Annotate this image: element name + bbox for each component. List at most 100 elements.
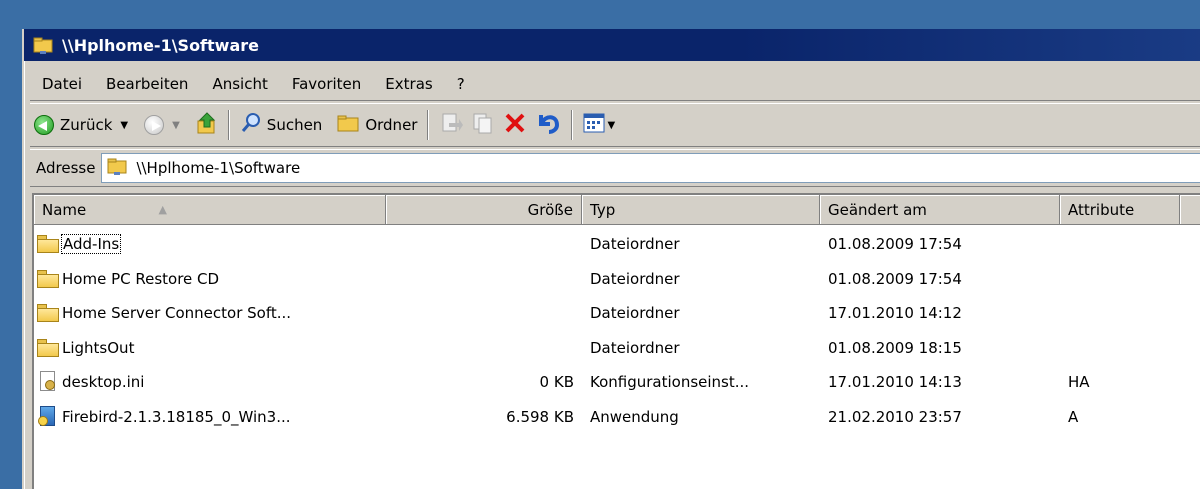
address-value: \\Hplhome-1\Software — [136, 159, 301, 177]
installer-icon — [36, 405, 60, 429]
file-attributes: A — [1068, 407, 1079, 426]
folder-icon — [36, 234, 60, 254]
column-type[interactable]: Typ — [582, 195, 820, 225]
column-size-label: Größe — [527, 200, 573, 219]
file-attributes: HA — [1068, 373, 1090, 392]
back-label: Zurück — [60, 116, 113, 134]
column-name-label: Name — [42, 200, 87, 219]
folders-icon — [336, 113, 360, 137]
file-name-cell: Home PC Restore CD — [34, 269, 386, 289]
column-header: Name ▲ Größe Typ Geändert am Attribute — [34, 195, 1200, 225]
file-name-cell: Home Server Connector Soft... — [34, 303, 386, 323]
column-attributes-label: Attribute — [1068, 200, 1135, 219]
file-modified: 01.08.2009 18:15 — [828, 338, 962, 357]
back-dropdown-icon[interactable]: ▼ — [120, 120, 128, 131]
forward-dropdown-icon[interactable]: ▼ — [172, 120, 180, 131]
file-modified: 17.01.2010 14:12 — [828, 304, 962, 323]
column-extra[interactable] — [1180, 195, 1200, 225]
column-size[interactable]: Größe — [386, 195, 582, 225]
file-row[interactable]: LightsOut Dateiordner 01.08.2009 18:15 — [34, 331, 1200, 366]
column-modified-label: Geändert am — [828, 200, 927, 219]
move-to-button[interactable] — [435, 108, 467, 142]
explorer-window: \\Hplhome-1\Software Datei Bearbeiten An… — [22, 29, 1200, 489]
column-modified[interactable]: Geändert am — [820, 195, 1060, 225]
menu-help[interactable]: ? — [445, 75, 477, 93]
file-size: 0 KB — [539, 373, 574, 392]
up-folder-button[interactable] — [192, 108, 222, 142]
forward-button[interactable]: ▼ — [140, 108, 192, 142]
delete-icon — [503, 111, 527, 139]
file-row[interactable]: Home PC Restore CD Dateiordner 01.08.200… — [34, 262, 1200, 297]
menu-extras[interactable]: Extras — [373, 75, 444, 93]
file-type: Dateiordner — [590, 304, 680, 323]
menu-ansicht[interactable]: Ansicht — [200, 75, 279, 93]
search-icon — [240, 112, 262, 138]
file-modified: 01.08.2009 17:54 — [828, 235, 962, 254]
move-to-icon — [439, 112, 464, 138]
file-row[interactable]: desktop.ini 0 KB Konfigurationseinst... … — [34, 365, 1200, 400]
back-arrow-icon — [34, 115, 54, 135]
file-modified: 21.02.2010 23:57 — [828, 407, 962, 426]
file-name: Home Server Connector Soft... — [62, 304, 292, 323]
file-name: Firebird-2.1.3.18185_0_Win3... — [62, 407, 291, 426]
network-folder-icon — [106, 155, 128, 181]
file-type: Konfigurationseinst... — [590, 373, 750, 392]
file-type: Anwendung — [590, 407, 679, 426]
folder-icon — [36, 303, 60, 323]
column-attributes[interactable]: Attribute — [1060, 195, 1180, 225]
menu-bearbeiten[interactable]: Bearbeiten — [94, 75, 200, 93]
toolbar: Zurück ▼ ▼ Suchen Ordner ▼ — [30, 103, 1200, 147]
views-icon — [583, 113, 605, 137]
views-button[interactable]: ▼ — [579, 108, 619, 142]
folder-icon — [36, 269, 60, 289]
file-name: desktop.ini — [62, 373, 145, 392]
menu-bar: Datei Bearbeiten Ansicht Favoriten Extra… — [30, 67, 1200, 101]
toolbar-separator — [571, 110, 574, 140]
file-name: LightsOut — [62, 338, 135, 357]
column-type-label: Typ — [590, 200, 616, 219]
undo-icon — [535, 111, 561, 139]
file-list: Name ▲ Größe Typ Geändert am Attribute A… — [32, 193, 1200, 489]
file-modified: 17.01.2010 14:13 — [828, 373, 962, 392]
file-name: Add-Ins — [60, 234, 122, 255]
file-rows: Add-Ins Dateiordner 01.08.2009 17:54 Hom… — [34, 225, 1200, 434]
undo-button[interactable] — [531, 108, 565, 142]
file-type: Dateiordner — [590, 338, 680, 357]
address-field[interactable]: \\Hplhome-1\Software — [101, 153, 1200, 183]
search-label: Suchen — [266, 116, 323, 134]
title-bar[interactable]: \\Hplhome-1\Software — [24, 29, 1200, 61]
file-name-cell: desktop.ini — [34, 370, 386, 394]
toolbar-separator — [427, 110, 430, 140]
file-type: Dateiordner — [590, 269, 680, 288]
address-bar: Adresse \\Hplhome-1\Software — [30, 149, 1200, 187]
config-file-icon — [36, 370, 60, 394]
file-row[interactable]: Firebird-2.1.3.18185_0_Win3... 6.598 KB … — [34, 400, 1200, 435]
file-name: Home PC Restore CD — [62, 269, 220, 288]
menu-datei[interactable]: Datei — [30, 75, 94, 93]
forward-arrow-icon — [144, 115, 165, 135]
network-folder-icon — [32, 34, 54, 56]
folder-icon — [36, 338, 60, 358]
file-type: Dateiordner — [590, 235, 680, 254]
views-dropdown-icon[interactable]: ▼ — [607, 120, 615, 131]
up-folder-icon — [196, 111, 218, 139]
file-size: 6.598 KB — [506, 407, 574, 426]
address-label: Adresse — [36, 159, 96, 177]
menu-favoriten[interactable]: Favoriten — [280, 75, 373, 93]
search-button[interactable]: Suchen — [236, 108, 327, 142]
file-modified: 01.08.2009 17:54 — [828, 269, 962, 288]
copy-to-icon — [471, 112, 495, 138]
back-button[interactable]: Zurück ▼ — [30, 108, 140, 142]
sort-ascending-icon: ▲ — [158, 203, 167, 216]
column-name[interactable]: Name ▲ — [34, 195, 386, 225]
copy-to-button[interactable] — [467, 108, 499, 142]
file-row[interactable]: Add-Ins Dateiordner 01.08.2009 17:54 — [34, 227, 1200, 262]
file-row[interactable]: Home Server Connector Soft... Dateiordne… — [34, 296, 1200, 331]
file-name-cell: LightsOut — [34, 338, 386, 358]
toolbar-separator — [227, 110, 230, 140]
window-title: \\Hplhome-1\Software — [62, 35, 259, 55]
delete-button[interactable] — [499, 108, 531, 142]
file-name-cell: Firebird-2.1.3.18185_0_Win3... — [34, 405, 386, 429]
folders-label: Ordner — [365, 116, 418, 134]
folders-button[interactable]: Ordner — [332, 108, 421, 142]
